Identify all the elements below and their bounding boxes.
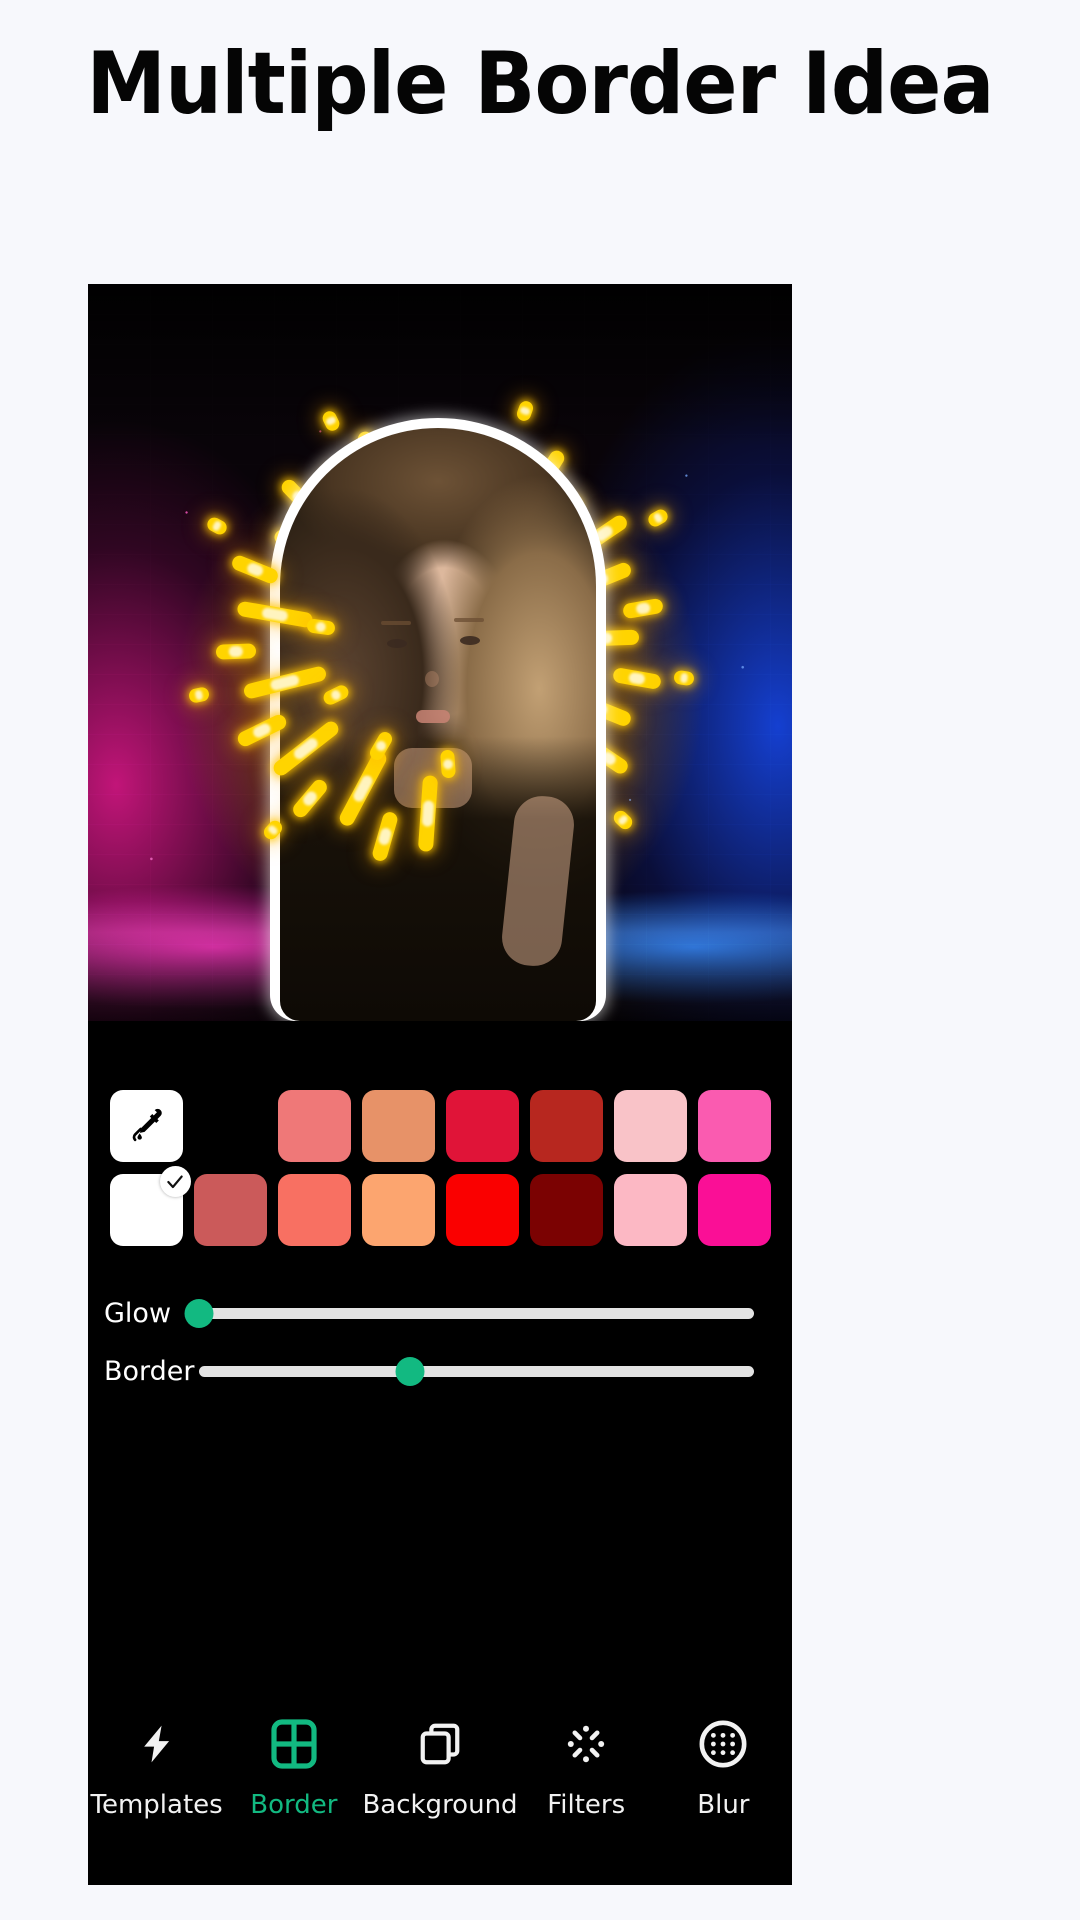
spacer-cell [188, 1090, 272, 1162]
arm [498, 792, 577, 969]
eyebrow-right [453, 617, 484, 622]
swatch-dark-maroon[interactable] [529, 1174, 603, 1246]
swatch-crimson[interactable] [445, 1090, 519, 1162]
app-panel: Glow Border Templates Border Background Filt… [88, 284, 792, 1885]
tab-blur[interactable]: Blur [655, 1716, 792, 1820]
eyebrow-left [381, 620, 412, 625]
swatch-dusty-rose[interactable] [193, 1174, 267, 1246]
tab-border[interactable]: Border [225, 1716, 362, 1820]
tab-templates[interactable]: Templates [88, 1716, 225, 1820]
page-title: Multiple Border Idea [86, 34, 994, 134]
swatch-pure-red-cell [440, 1174, 524, 1246]
glow-slider[interactable] [184, 1298, 754, 1328]
swatch-row-2 [88, 1166, 792, 1246]
border-slider[interactable] [199, 1356, 754, 1386]
eye-left [387, 638, 408, 648]
sparkle-burst-icon [562, 1716, 610, 1772]
swatch-white[interactable] [109, 1166, 191, 1246]
tab-filters[interactable]: Filters [518, 1716, 655, 1820]
swatch-pastel-pink[interactable] [613, 1174, 687, 1246]
tab-filters-label: Filters [547, 1790, 626, 1820]
eyedropper-cell [104, 1090, 188, 1162]
border-slider-track[interactable] [199, 1365, 754, 1377]
glow-slider-track[interactable] [199, 1307, 754, 1319]
bottom-toolbar: Templates Border Background Filters Blur [88, 1690, 792, 1885]
tab-background-label: Background [362, 1790, 518, 1820]
swatch-light-orange[interactable] [361, 1174, 435, 1246]
swatch-peach[interactable] [361, 1090, 435, 1162]
swatch-magenta[interactable] [697, 1174, 771, 1246]
swatch-magenta-cell [692, 1174, 776, 1246]
lips [415, 709, 450, 723]
grid-icon [270, 1716, 318, 1772]
border-slider-row: Border [104, 1342, 776, 1400]
layers-icon [417, 1716, 463, 1772]
color-swatch-area [88, 1090, 792, 1258]
selected-check-icon [159, 1166, 191, 1197]
border-slider-thumb[interactable] [395, 1356, 425, 1386]
swatch-coral[interactable] [277, 1174, 351, 1246]
swatch-light-pink-cell [608, 1090, 692, 1162]
swatch-brick-red-cell [524, 1090, 608, 1162]
glow-slider-thumb[interactable] [184, 1298, 214, 1328]
swatch-peach-cell [356, 1090, 440, 1162]
swatch-dusty-rose-cell [188, 1174, 272, 1246]
person-photo [280, 428, 596, 1021]
neck [393, 748, 472, 809]
slider-area: Glow Border [88, 1284, 792, 1400]
swatch-pastel-pink-cell [608, 1174, 692, 1246]
subject-cutout[interactable] [238, 404, 638, 1021]
swatch-crimson-cell [440, 1090, 524, 1162]
eyedropper[interactable] [109, 1090, 183, 1162]
swatch-white-cell [104, 1166, 191, 1246]
tab-blur-label: Blur [697, 1790, 750, 1820]
nose [425, 671, 440, 688]
swatch-row-1 [88, 1090, 792, 1162]
tab-background[interactable]: Background [362, 1716, 518, 1820]
tab-border-label: Border [250, 1790, 338, 1820]
lightning-bolt-icon [135, 1716, 179, 1772]
swatch-brick-red[interactable] [529, 1090, 603, 1162]
photo-canvas[interactable] [88, 284, 792, 1021]
swatch-hot-pink[interactable] [697, 1090, 771, 1162]
swatch-dark-maroon-cell [524, 1174, 608, 1246]
dotted-circle-icon [698, 1716, 748, 1772]
swatch-salmon[interactable] [277, 1090, 351, 1162]
eye-right [460, 635, 481, 645]
swatch-light-orange-cell [356, 1174, 440, 1246]
swatch-pure-red[interactable] [445, 1174, 519, 1246]
glow-slider-row: Glow [104, 1284, 776, 1342]
border-slider-label: Border [104, 1355, 195, 1387]
swatch-coral-cell [272, 1174, 356, 1246]
swatch-light-pink[interactable] [613, 1090, 687, 1162]
swatch-hot-pink-cell [692, 1090, 776, 1162]
tab-templates-label: Templates [90, 1790, 223, 1820]
swatch-salmon-cell [272, 1090, 356, 1162]
eyedropper-icon [127, 1105, 165, 1148]
